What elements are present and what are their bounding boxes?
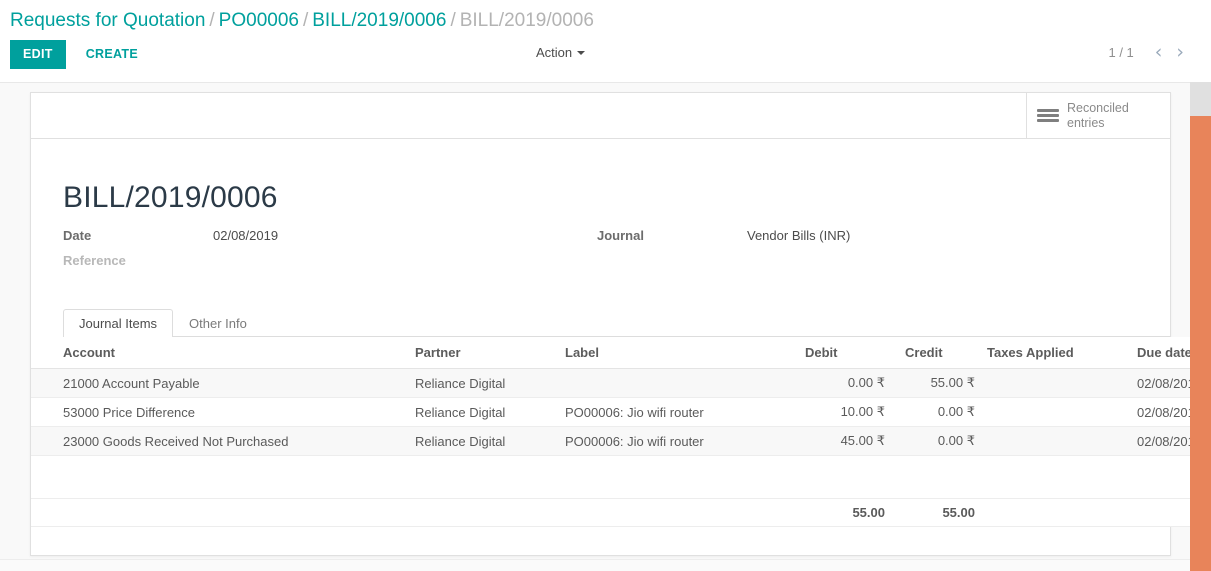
column-header-taxes-applied[interactable]: Taxes Applied — [981, 337, 1131, 369]
cell-account: 21000 Account Payable — [31, 368, 409, 398]
vertical-scrollbar-thumb[interactable] — [1190, 116, 1211, 571]
column-header-account[interactable]: Account — [31, 337, 409, 369]
cell-label: PO00006: Jio wifi router — [559, 397, 791, 427]
chevron-down-icon — [577, 51, 586, 55]
column-header-credit[interactable]: Credit — [891, 337, 981, 369]
field-value-reference[interactable] — [213, 252, 278, 270]
reconciled-entries-button[interactable]: Reconciled entries — [1026, 93, 1168, 138]
table-row[interactable]: 53000 Price Difference Reliance Digital … — [31, 397, 1211, 427]
column-header-label[interactable]: Label — [559, 337, 791, 369]
action-button-row: EDIT CREATE — [10, 40, 151, 69]
cell-debit: 10.00 ₹ — [791, 397, 891, 427]
breadcrumb-separator: / — [209, 10, 215, 31]
cell-taxes-applied — [981, 397, 1131, 427]
page-title: BILL/2019/0006 — [63, 181, 278, 215]
action-dropdown-label: Action — [536, 45, 573, 60]
totals-spacer — [981, 498, 1131, 527]
reconciled-entries-label: Reconciled entries — [1067, 101, 1129, 131]
cell-credit: 0.00 ₹ — [891, 426, 981, 456]
filler-cell — [31, 455, 409, 499]
field-group-right: Journal Vendor Bills (INR) — [597, 227, 850, 245]
cell-taxes-applied — [981, 426, 1131, 456]
vertical-scrollbar-corner — [1190, 82, 1211, 116]
cell-partner: Reliance Digital — [409, 368, 559, 398]
field-group-left: Date 02/08/2019 Reference — [63, 227, 278, 270]
breadcrumb-item-bill-2019-0006[interactable]: BILL/2019/0006 — [312, 10, 446, 31]
table-body: 21000 Account Payable Reliance Digital 0… — [31, 368, 1211, 499]
table-totals-row: 55.00 55.00 — [31, 498, 1211, 527]
field-value-journal[interactable]: Vendor Bills (INR) — [747, 227, 850, 245]
bars-icon — [1037, 107, 1059, 124]
horizontal-scrollbar-track[interactable] — [0, 559, 1190, 571]
total-debit: 55.00 — [791, 498, 891, 527]
pager-next-icon[interactable]: › — [1169, 43, 1191, 62]
cell-credit: 0.00 ₹ — [891, 397, 981, 427]
stat-button-box: Reconciled entries — [31, 93, 1170, 139]
create-button[interactable]: CREATE — [73, 40, 151, 69]
cell-label — [559, 368, 791, 398]
breadcrumb-separator: / — [302, 10, 309, 31]
cell-debit: 0.00 ₹ — [791, 368, 891, 398]
cell-account: 53000 Price Difference — [31, 397, 409, 427]
pager-previous-icon[interactable]: ‹ — [1148, 43, 1170, 62]
cell-label: PO00006: Jio wifi router — [559, 426, 791, 456]
control-panel: Requests for Quotation / PO00006/BILL/2019… — [0, 0, 1211, 82]
edit-button[interactable]: EDIT — [10, 40, 66, 69]
breadcrumb-item-requests-for-quotation[interactable]: Requests for Quotation — [10, 10, 205, 31]
breadcrumb-item-current: BILL/2019/0006 — [459, 10, 594, 31]
field-value-date[interactable]: 02/08/2019 — [213, 227, 278, 245]
column-header-debit[interactable]: Debit — [791, 337, 891, 369]
table-filler-row — [31, 455, 1211, 499]
filler-cell — [791, 455, 891, 499]
cell-credit: 55.00 ₹ — [891, 368, 981, 398]
table-row[interactable]: 23000 Goods Received Not Purchased Relia… — [31, 426, 1211, 456]
cell-account: 23000 Goods Received Not Purchased — [31, 426, 409, 456]
reconciled-entries-label-line1: Reconciled — [1067, 100, 1129, 115]
total-credit: 55.00 — [891, 498, 981, 527]
form-sheet: Reconciled entries BILL/2019/0006 Date 0… — [30, 92, 1211, 556]
pager: 1 / 1 ‹ › — [1108, 43, 1191, 62]
breadcrumb: Requests for Quotation / PO00006/BILL/2019… — [10, 8, 594, 34]
field-label-journal: Journal — [597, 228, 644, 243]
filler-cell — [559, 455, 791, 499]
reconciled-entries-label-line2: entries — [1067, 115, 1105, 130]
tab-other-info[interactable]: Other Info — [173, 309, 263, 337]
table-header: Account Partner Label Debit Credit Taxes… — [31, 337, 1211, 369]
column-header-partner[interactable]: Partner — [409, 337, 559, 369]
cell-partner: Reliance Digital — [409, 397, 559, 427]
pager-counter: 1 / 1 — [1108, 44, 1134, 60]
cell-taxes-applied — [981, 368, 1131, 398]
notebook: Journal Items Other Info Account Partner… — [31, 309, 1211, 527]
breadcrumb-item-po00006[interactable]: PO00006 — [219, 10, 299, 31]
filler-cell — [409, 455, 559, 499]
table-header-row: Account Partner Label Debit Credit Taxes… — [31, 337, 1211, 369]
breadcrumb-separator: / — [450, 10, 456, 31]
totals-spacer — [409, 498, 559, 527]
totals-spacer — [559, 498, 791, 527]
field-label-date: Date — [63, 228, 92, 243]
cell-partner: Reliance Digital — [409, 426, 559, 456]
cell-debit: 45.00 ₹ — [791, 426, 891, 456]
action-dropdown[interactable]: Action — [530, 41, 591, 64]
notebook-tabs: Journal Items Other Info — [63, 309, 1170, 337]
filler-cell — [981, 455, 1131, 499]
field-label-reference: Reference — [63, 253, 126, 268]
journal-items-table: Account Partner Label Debit Credit Taxes… — [31, 337, 1211, 527]
table-footer: 55.00 55.00 — [31, 498, 1211, 527]
filler-cell — [891, 455, 981, 499]
table-row[interactable]: 21000 Account Payable Reliance Digital 0… — [31, 368, 1211, 398]
totals-spacer — [31, 498, 409, 527]
tab-journal-items[interactable]: Journal Items — [63, 309, 174, 337]
